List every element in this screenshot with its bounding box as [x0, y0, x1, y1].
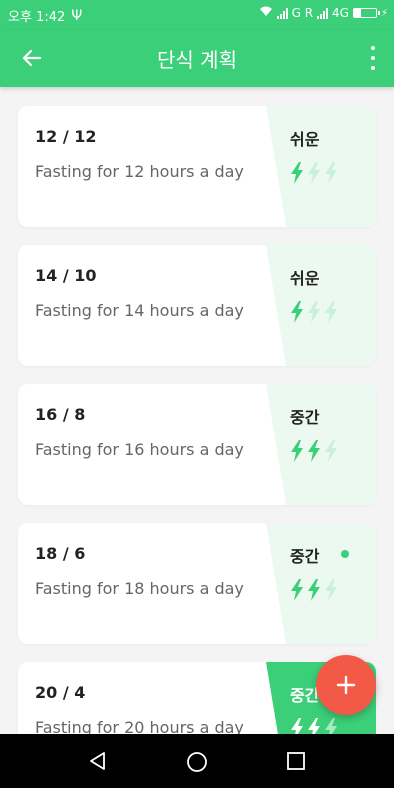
plan-card-12-12[interactable]: 12 / 12 Fasting for 12 hours a day 쉬운	[18, 106, 376, 227]
plan-ratio: 16 / 8	[35, 405, 86, 424]
lightning-bolt-icon	[291, 579, 303, 601]
status-time: 오후 1:42	[8, 10, 66, 25]
lightning-bolt-icon	[291, 301, 303, 323]
nav-home-button[interactable]	[186, 751, 208, 777]
plan-ratio: 14 / 10	[35, 266, 97, 285]
lightning-bolt-icon	[308, 301, 320, 323]
plan-ratio: 18 / 6	[35, 544, 86, 563]
lightning-bolt-icon	[325, 162, 337, 184]
lightning-bolt-icon	[308, 718, 320, 734]
lightning-bolt-icon	[325, 718, 337, 734]
difficulty-bolts	[290, 440, 338, 462]
nav-recent-button[interactable]	[286, 751, 306, 775]
plan-description: Fasting for 16 hours a day	[35, 440, 244, 459]
difficulty-label: 쉬운	[290, 269, 320, 288]
battery-icon	[352, 8, 380, 18]
difficulty-bolts	[290, 162, 338, 184]
system-nav-bar	[0, 734, 394, 788]
plan-ratio: 20 / 4	[35, 683, 86, 702]
lightning-bolt-icon	[308, 440, 320, 462]
carrier-label: G R	[291, 6, 314, 20]
lightning-bolt-icon	[308, 579, 320, 601]
selected-indicator-dot	[341, 550, 349, 558]
lightning-bolt-icon	[325, 440, 337, 462]
nav-back-button[interactable]	[88, 751, 108, 775]
more-vert-icon[interactable]	[368, 46, 378, 70]
difficulty-label: 중간	[290, 408, 320, 427]
circle-home-icon	[187, 752, 207, 772]
plan-description: Fasting for 20 hours a day	[35, 718, 244, 734]
network-label: 4G	[332, 6, 349, 20]
battery-fill	[353, 9, 361, 17]
plan-card-18-6[interactable]: 18 / 6 Fasting for 18 hours a day 중간	[18, 523, 376, 644]
plan-description: Fasting for 12 hours a day	[35, 162, 244, 181]
add-plan-button[interactable]	[316, 655, 376, 715]
lightning-bolt-icon	[291, 440, 303, 462]
difficulty-bolts	[290, 301, 338, 323]
signal-icon	[317, 7, 329, 19]
usb-icon: Ψ	[71, 7, 83, 24]
plan-list: 12 / 12 Fasting for 12 hours a day 쉬운 14…	[0, 87, 394, 734]
difficulty-label: 쉬운	[290, 130, 320, 149]
status-bar: 오후 1:42 Ψ G R 4G ⚡	[0, 0, 394, 30]
plan-ratio: 12 / 12	[35, 127, 97, 146]
difficulty-bolts	[290, 579, 338, 601]
difficulty-bolts	[290, 718, 338, 734]
lightning-bolt-icon	[308, 162, 320, 184]
lightning-bolt-icon	[291, 162, 303, 184]
plan-card-14-10[interactable]: 14 / 10 Fasting for 14 hours a day 쉬운	[18, 245, 376, 366]
plus-icon	[336, 675, 356, 695]
signal-icon	[276, 7, 288, 19]
app-bar: 단식 계획	[0, 30, 394, 87]
lightning-bolt-icon	[325, 579, 337, 601]
plan-description: Fasting for 14 hours a day	[35, 301, 244, 320]
lightning-bolt-icon	[325, 301, 337, 323]
triangle-back-icon	[90, 752, 105, 770]
plan-description: Fasting for 18 hours a day	[35, 579, 244, 598]
difficulty-label: 중간	[290, 547, 320, 566]
page-title: 단식 계획	[157, 48, 237, 72]
lightning-bolt-icon	[291, 718, 303, 734]
plan-card-16-8[interactable]: 16 / 8 Fasting for 16 hours a day 중간	[18, 384, 376, 505]
square-recent-icon	[287, 752, 305, 770]
charging-icon: ⚡	[380, 7, 388, 19]
wifi-icon	[259, 6, 273, 20]
